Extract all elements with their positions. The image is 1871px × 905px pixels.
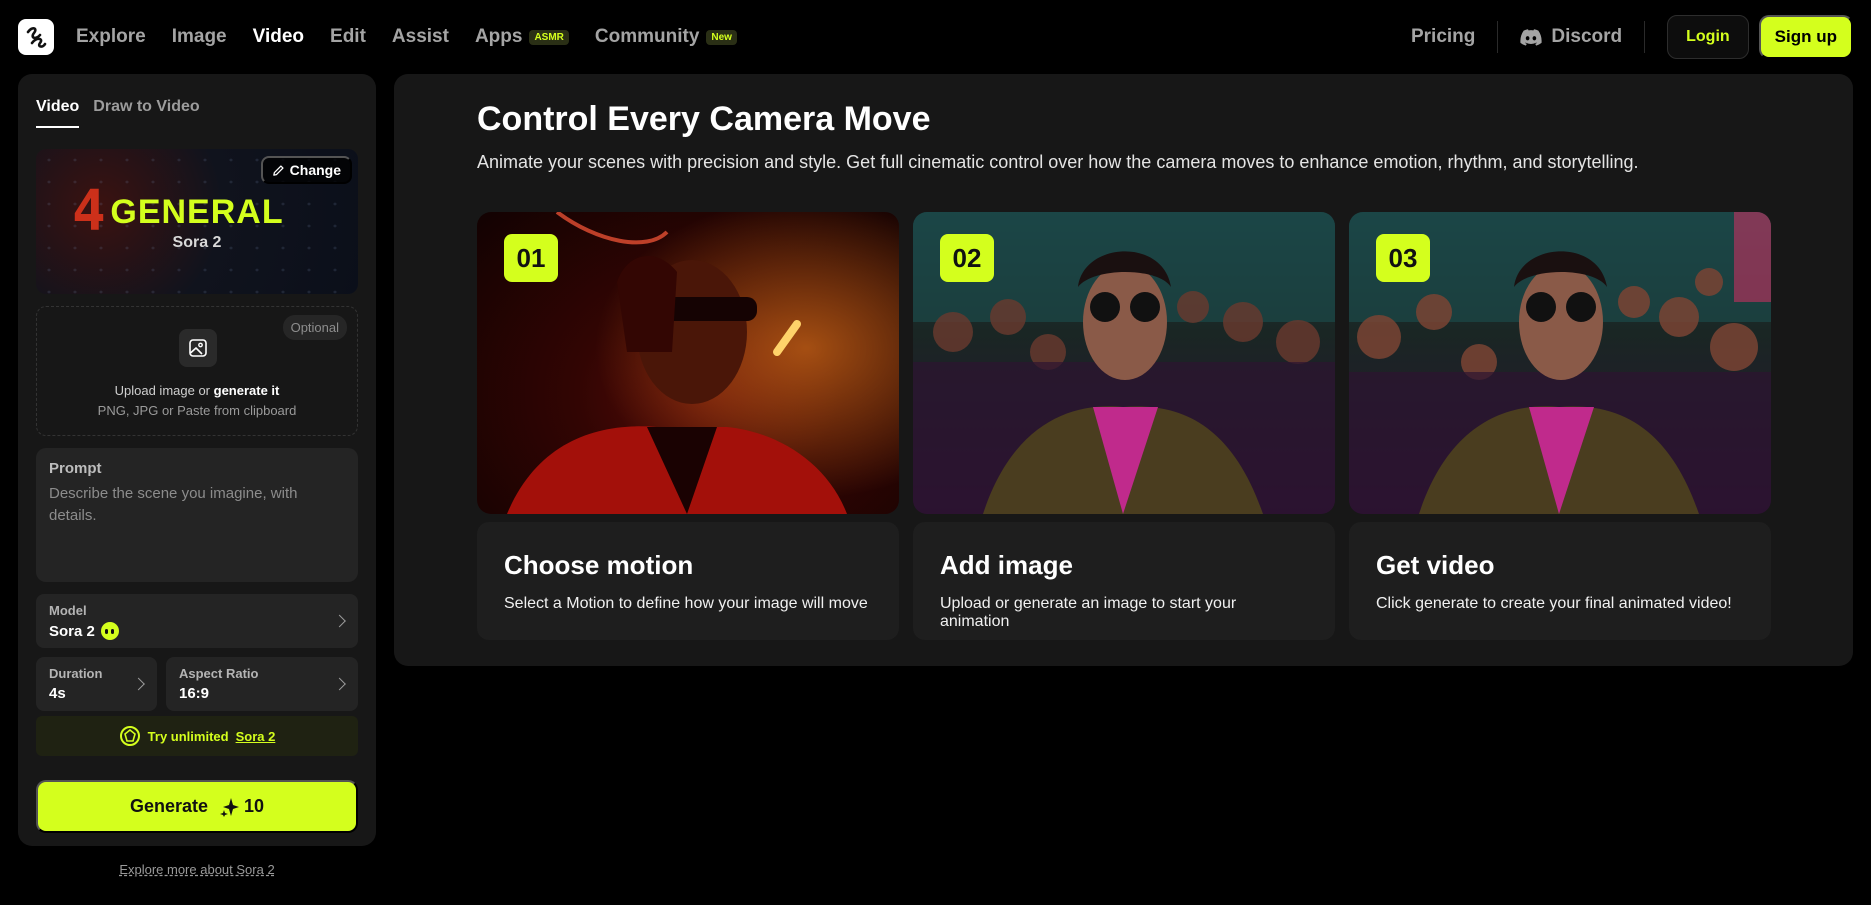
prompt-label: Prompt — [49, 460, 102, 477]
main-panel: Control Every Camera Move Animate your s… — [394, 74, 1853, 666]
nav-label: Explore — [76, 26, 146, 47]
explore-more-link[interactable]: Explore more about Sora 2 — [18, 862, 376, 877]
generate-button[interactable]: Generate 10 — [36, 780, 358, 833]
duration-label: Duration — [49, 666, 103, 681]
image-upload-icon — [179, 329, 217, 367]
optional-badge: Optional — [282, 315, 347, 340]
generate-it-link[interactable]: generate it — [214, 383, 280, 398]
step-description: Select a Motion to define how your image… — [504, 595, 868, 612]
nav-label: Assist — [391, 26, 449, 47]
step-description: Upload or generate an image to start you… — [940, 595, 1237, 630]
nav-label: Community — [594, 26, 700, 47]
step-image: 02 — [913, 212, 1335, 514]
step-number: 01 — [504, 234, 558, 282]
tab-draw-to-video[interactable]: Draw to Video — [93, 98, 199, 128]
step-description: Click generate to create your final anim… — [1376, 595, 1732, 612]
nav-item-assist[interactable]: Assist — [392, 26, 449, 48]
step-title: Add image — [940, 550, 1073, 580]
change-label: Change — [289, 162, 341, 178]
model-name: Sora 2 — [49, 622, 95, 640]
nav-item-apps[interactable]: Apps ASMR — [475, 26, 569, 48]
pencil-icon — [272, 164, 284, 176]
step-image: 03 — [1349, 212, 1771, 514]
credit-cost: 10 — [220, 796, 264, 817]
credit-count: 10 — [244, 796, 265, 816]
mode-tabs: Video Draw to Video — [36, 98, 200, 128]
duration-value: 4s — [49, 685, 66, 702]
discord-link[interactable]: Discord — [1520, 26, 1622, 48]
right-nav: Pricing Discord Login Sign up — [1411, 15, 1853, 59]
tab-video[interactable]: Video — [36, 98, 80, 128]
sora-2-link[interactable]: Sora 2 — [236, 729, 276, 744]
upload-instruction: Upload image or generate it — [37, 383, 357, 398]
generation-sidebar: Video Draw to Video 4 GENERAL Sora 2 Cha… — [18, 74, 376, 846]
generate-label: Generate — [129, 796, 208, 816]
page-title: Control Every Camera Move — [477, 100, 931, 138]
nav-item-explore[interactable]: Explore — [76, 26, 146, 48]
asmr-badge: ASMR — [529, 29, 569, 45]
try-unlimited-text: Try unlimited — [147, 728, 229, 744]
step-title: Get video — [1376, 550, 1495, 580]
step-add-image: 02 Add image Upload or generate an image… — [913, 212, 1335, 640]
step-info-card: Get video Click generate to create your … — [1349, 522, 1771, 640]
main-nav: Explore Image Video Edit Assist Apps ASMR… — [76, 0, 763, 74]
sora-icon — [100, 622, 119, 640]
model-label: Model — [49, 603, 87, 618]
top-navigation: Explore Image Video Edit Assist Apps ASMR… — [0, 0, 1871, 74]
nav-label: Image — [171, 26, 227, 47]
step-title: Choose motion — [504, 550, 694, 580]
try-unlimited-banner[interactable]: Try unlimited Sora 2 — [36, 716, 358, 756]
step-number: 03 — [1376, 234, 1430, 282]
step-info-card: Choose motion Select a Motion to define … — [477, 522, 899, 640]
divider — [1497, 21, 1499, 53]
discord-label: Discord — [1551, 26, 1623, 47]
duration-selector[interactable]: Duration 4s — [36, 657, 157, 711]
nav-label: Edit — [330, 26, 366, 47]
new-badge: New — [706, 29, 737, 45]
step-info-card: Add image Upload or generate an image to… — [913, 522, 1335, 640]
nav-item-image[interactable]: Image — [172, 26, 227, 48]
prompt-panel: Prompt — [36, 448, 358, 582]
step-choose-motion: 01 Choose motion Select a Motion to defi… — [477, 212, 899, 640]
image-upload-dropzone[interactable]: Optional Upload image or generate it PNG… — [36, 306, 358, 436]
upload-formats: PNG, JPG or Paste from clipboard — [97, 403, 297, 418]
page-subtitle: Animate your scenes with precision and s… — [477, 152, 1639, 172]
sparkle-icon — [220, 797, 239, 817]
divider — [1644, 21, 1646, 53]
nav-label: Video — [252, 26, 305, 47]
preset-title: GENERAL — [110, 193, 284, 231]
preset-subtitle: Sora 2 — [172, 234, 222, 251]
aspect-ratio-label: Aspect Ratio — [179, 666, 259, 681]
step-get-video: 03 Get video Click generate to create yo… — [1349, 212, 1771, 640]
nav-item-video[interactable]: Video — [253, 26, 304, 48]
signup-button[interactable]: Sign up — [1758, 15, 1853, 59]
step-image: 01 — [477, 212, 899, 514]
change-preset-button[interactable]: Change — [260, 156, 352, 184]
sora-icon — [119, 726, 140, 746]
login-button[interactable]: Login — [1667, 15, 1749, 59]
pricing-link[interactable]: Pricing — [1411, 26, 1475, 48]
nav-item-edit[interactable]: Edit — [330, 26, 366, 48]
model-value: Sora 2 — [49, 622, 345, 640]
model-selector[interactable]: Model Sora 2 — [36, 594, 358, 648]
discord-icon — [1520, 28, 1542, 46]
aspect-ratio-selector[interactable]: Aspect Ratio 16:9 — [166, 657, 358, 711]
step-number: 02 — [940, 234, 994, 282]
logo-icon[interactable] — [18, 19, 54, 55]
model-preset-card[interactable]: 4 GENERAL Sora 2 Change — [36, 149, 358, 294]
prompt-input[interactable] — [49, 483, 345, 563]
aspect-ratio-value: 16:9 — [179, 685, 210, 702]
upload-prefix: Upload image or — [114, 383, 214, 398]
nav-label: Apps — [474, 26, 523, 47]
nav-item-community[interactable]: Community New — [595, 26, 737, 48]
